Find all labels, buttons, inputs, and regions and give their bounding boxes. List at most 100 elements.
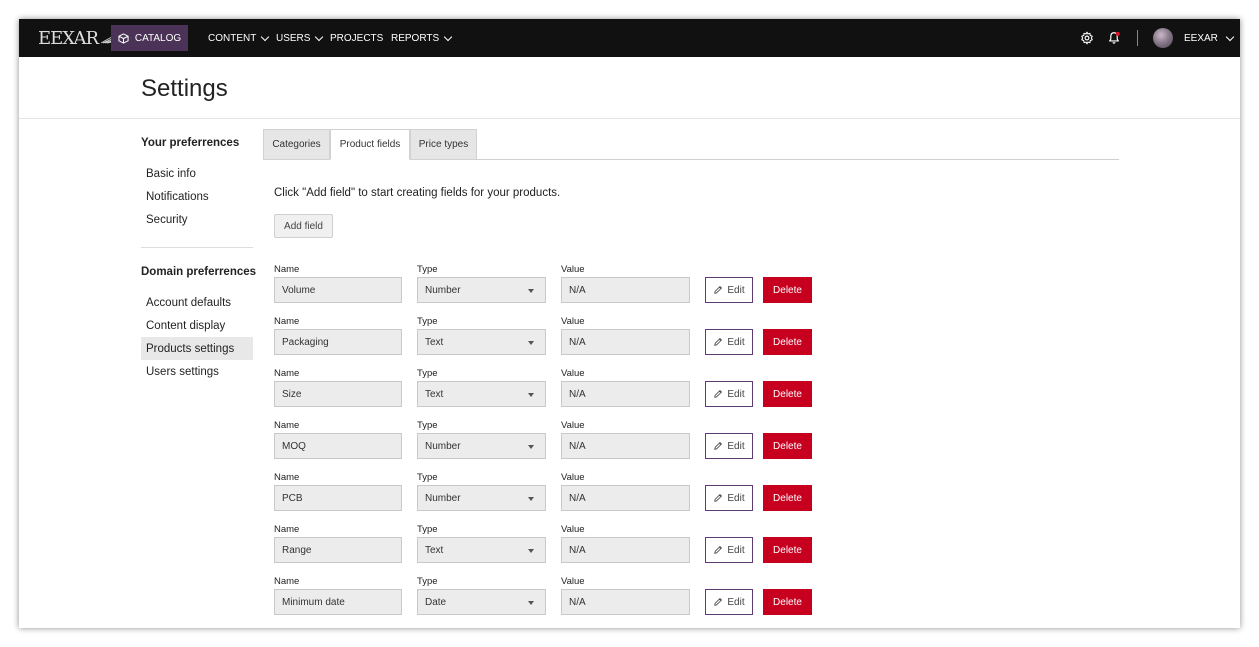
type-label: Type [417,420,438,431]
dropdown-caret-icon [528,289,534,293]
value-label: Value [561,576,585,587]
value-label: Value [561,264,585,275]
field-value-input[interactable]: N/A [561,277,690,303]
name-label: Name [274,264,300,275]
field-row: Name Type Value Minimum date Date N/A Edit Dele… [19,576,1240,628]
dropdown-caret-icon [528,549,534,553]
field-name-input[interactable]: Packaging [274,329,402,355]
pencil-icon [714,286,723,294]
edit-field-button[interactable]: Edit [705,485,753,511]
field-type-select[interactable]: Text [417,381,546,407]
tab-categories[interactable]: Categories [263,129,330,160]
delete-field-button[interactable]: Delete [763,485,812,511]
delete-field-button[interactable]: Delete [763,589,812,615]
field-name-input[interactable]: Range [274,537,402,563]
field-value-input[interactable]: N/A [561,537,690,563]
nav-projects[interactable]: PROJECTS [330,19,383,57]
page-title: Settings [141,75,228,102]
avatar[interactable] [1153,28,1173,48]
field-type-value: Date [425,596,447,608]
chevron-down-icon [261,32,270,41]
field-row: Name Type Value Range Text N/A Edit Delete [19,524,1240,576]
field-name-input[interactable]: Size [274,381,402,407]
gear-icon[interactable] [1080,31,1094,45]
user-menu[interactable]: EEXAR [1184,19,1235,57]
field-value-input[interactable]: N/A [561,329,690,355]
bell-icon[interactable] [1107,31,1121,45]
edit-field-button[interactable]: Edit [705,329,753,355]
field-type-value: Number [425,440,461,452]
edit-field-button[interactable]: Edit [705,381,753,407]
edit-label: Edit [727,492,745,504]
sidebar-item-notifications[interactable]: Notifications [141,185,253,208]
field-row: Name Type Value PCB Number N/A Edit Delete [19,472,1240,524]
edit-label: Edit [727,284,745,296]
field-name-input[interactable]: Volume [274,277,402,303]
dropdown-caret-icon [528,341,534,345]
field-type-select[interactable]: Number [417,277,546,303]
app-window: EEXAR CATALOG CONTENT USERS PROJECTS REP… [19,19,1240,628]
field-value-input[interactable]: N/A [561,485,690,511]
nav-users[interactable]: USERS [276,19,324,57]
field-type-select[interactable]: Text [417,329,546,355]
nav-content[interactable]: CONTENT [208,19,270,57]
type-label: Type [417,576,438,587]
pencil-icon [714,390,723,398]
type-label: Type [417,524,438,535]
chevron-down-icon [1225,32,1235,41]
delete-field-button[interactable]: Delete [763,433,812,459]
field-value-input[interactable]: N/A [561,381,690,407]
tab-product-fields[interactable]: Product fields [330,129,410,160]
eexar-logo[interactable]: EEXAR [38,27,120,49]
name-label: Name [274,576,300,587]
delete-field-button[interactable]: Delete [763,537,812,563]
value-label: Value [561,368,585,379]
value-label: Value [561,524,585,535]
field-value-input[interactable]: N/A [561,433,690,459]
chevron-down-icon [443,32,453,41]
pencil-icon [714,494,723,502]
field-type-select[interactable]: Text [417,537,546,563]
field-type-value: Number [425,492,461,504]
tab-price-types[interactable]: Price types [410,129,477,160]
nav-reports[interactable]: REPORTS [391,19,453,57]
dropdown-caret-icon [528,445,534,449]
type-label: Type [417,368,438,379]
sidebar-item-basic-info[interactable]: Basic info [141,162,253,185]
sidebar-item-security[interactable]: Security [141,208,253,231]
user-name-label: EEXAR [1184,32,1218,44]
add-field-button[interactable]: Add field [274,214,333,238]
pencil-icon [714,442,723,450]
field-type-select[interactable]: Date [417,589,546,615]
dropdown-caret-icon [528,601,534,605]
delete-field-button[interactable]: Delete [763,277,812,303]
field-value-input[interactable]: N/A [561,589,690,615]
sidebar-divider [141,247,253,248]
edit-field-button[interactable]: Edit [705,277,753,303]
field-name-input[interactable]: Minimum date [274,589,402,615]
edit-field-button[interactable]: Edit [705,589,753,615]
catalog-button[interactable]: CATALOG [111,25,188,51]
edit-field-button[interactable]: Edit [705,537,753,563]
delete-field-button[interactable]: Delete [763,329,812,355]
field-name-input[interactable]: PCB [274,485,402,511]
type-label: Type [417,472,438,483]
logo-text: EEXAR [38,27,99,49]
your-preferences-heading: Your preferrences [141,137,240,149]
cube-icon [118,32,129,44]
field-name-input[interactable]: MOQ [274,433,402,459]
name-label: Name [274,524,300,535]
field-type-value: Text [425,388,444,400]
type-label: Type [417,316,438,327]
value-label: Value [561,316,585,327]
field-type-select[interactable]: Number [417,485,546,511]
field-row: Name Type Value Volume Number N/A Edit Delete [19,264,1240,316]
value-label: Value [561,472,585,483]
catalog-label: CATALOG [134,32,182,44]
field-type-select[interactable]: Number [417,433,546,459]
delete-field-button[interactable]: Delete [763,381,812,407]
topbar-separator [1137,30,1138,46]
top-navigation-bar: EEXAR CATALOG CONTENT USERS PROJECTS REP… [19,19,1240,57]
edit-label: Edit [727,544,745,556]
edit-field-button[interactable]: Edit [705,433,753,459]
